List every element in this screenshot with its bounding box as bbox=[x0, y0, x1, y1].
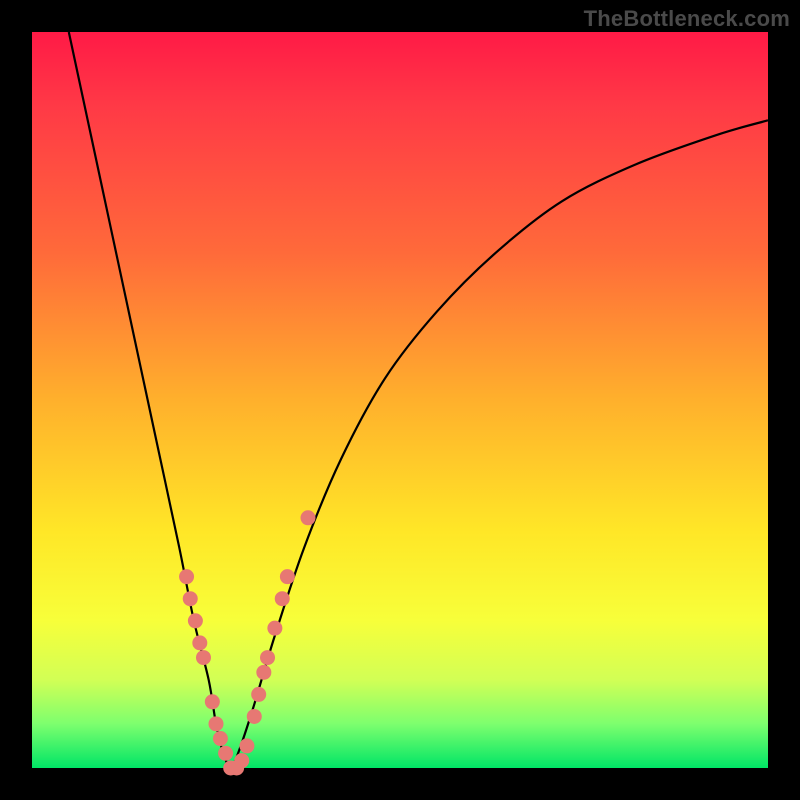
scatter-dot bbox=[267, 621, 282, 636]
scatter-dot bbox=[196, 650, 211, 665]
scatter-dot bbox=[179, 569, 194, 584]
curve-svg bbox=[32, 32, 768, 768]
scatter-dot bbox=[251, 687, 266, 702]
scatter-dot bbox=[275, 591, 290, 606]
bottleneck-curve bbox=[69, 32, 768, 768]
scatter-dot bbox=[239, 738, 254, 753]
scatter-dot bbox=[183, 591, 198, 606]
scatter-dot bbox=[213, 731, 228, 746]
watermark-text: TheBottleneck.com bbox=[584, 6, 790, 32]
scatter-dot bbox=[260, 650, 275, 665]
chart-frame: TheBottleneck.com bbox=[0, 0, 800, 800]
scatter-dot bbox=[188, 613, 203, 628]
scatter-dot bbox=[192, 635, 207, 650]
scatter-dot bbox=[209, 716, 224, 731]
plot-area bbox=[32, 32, 768, 768]
scatter-dot bbox=[301, 510, 316, 525]
scatter-dot bbox=[205, 694, 220, 709]
scatter-dot bbox=[218, 746, 233, 761]
scatter-dot bbox=[234, 753, 249, 768]
scatter-dot bbox=[256, 665, 271, 680]
scatter-dot bbox=[247, 709, 262, 724]
scatter-dot bbox=[280, 569, 295, 584]
scatter-dots bbox=[179, 510, 315, 775]
